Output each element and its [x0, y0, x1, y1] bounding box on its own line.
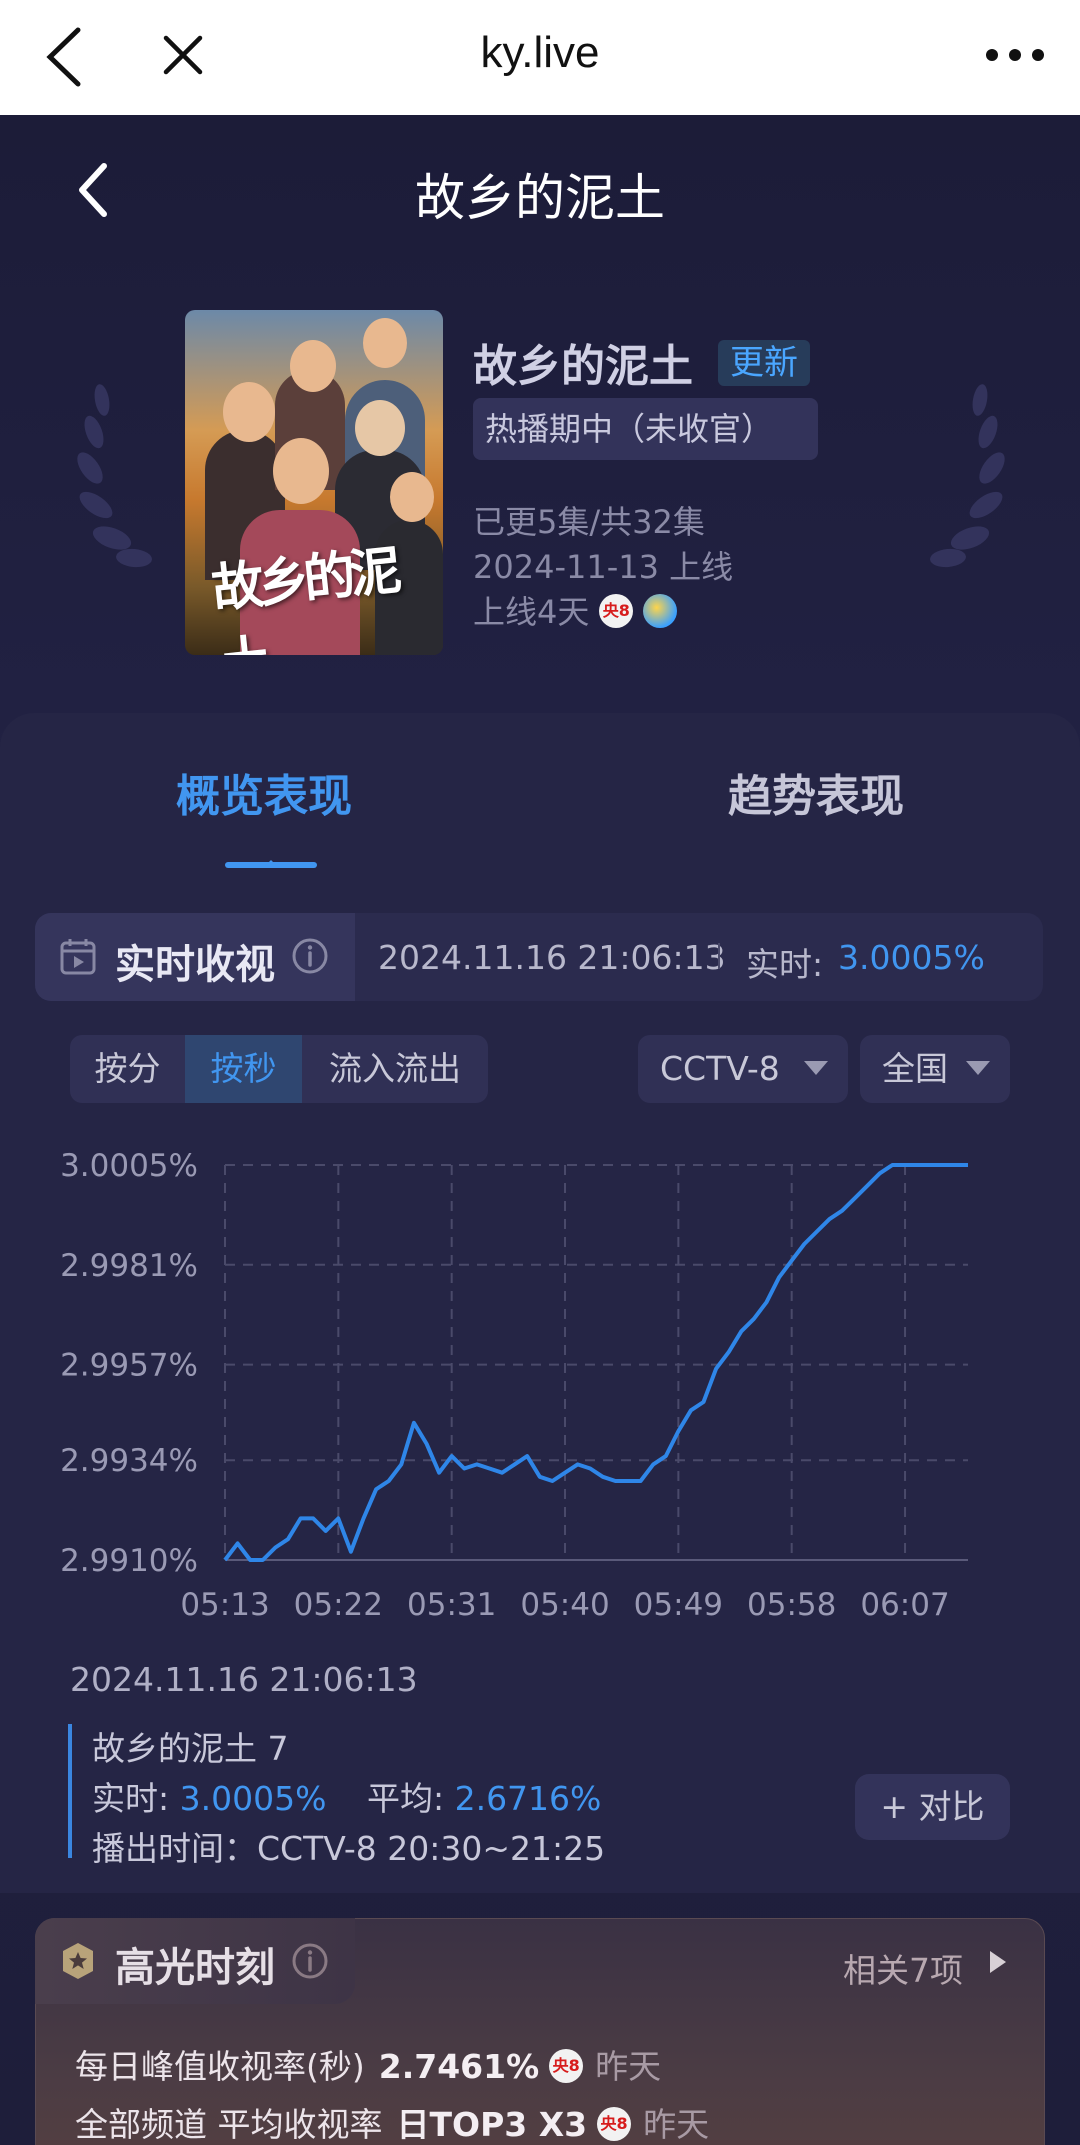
related-link[interactable]: 相关7项: [843, 1944, 963, 1992]
tooltip-live-label: 实时:: [92, 1779, 170, 1818]
divider: [718, 943, 720, 969]
star-badge-icon: [63, 1943, 93, 1979]
tooltip-time: 2024.11.16 21:06:13: [70, 1660, 418, 1699]
tooltip-values: 实时: 3.0005% 平均: 2.6716%: [92, 1772, 601, 1820]
cctv8-icon: 央8: [599, 594, 634, 628]
x-tick-label: 05:13: [180, 1587, 269, 1623]
highlights-title: 高光时刻: [115, 1945, 275, 1991]
browser-bar: ky.live: [0, 0, 1080, 115]
youku-icon: [643, 594, 678, 628]
laurel-icon: [77, 384, 152, 568]
seg-inflow-outflow[interactable]: 流入流出: [302, 1035, 488, 1103]
realtime-label: 实时收视: [115, 942, 275, 988]
show-poster[interactable]: 故乡的泥土: [185, 310, 443, 655]
chevron-down-icon: [966, 1061, 990, 1075]
online-days-label: 上线4天: [473, 593, 590, 631]
x-tick-label: 06:07: [860, 1587, 949, 1623]
more-icon[interactable]: [980, 30, 1050, 80]
seg-by-minute[interactable]: 按分: [70, 1035, 185, 1103]
highlight-label: 全部频道 平均收视率: [75, 2105, 383, 2144]
region-value: 全国: [882, 1049, 948, 1088]
x-tick-label: 05:49: [634, 1587, 723, 1623]
x-tick-label: 05:31: [407, 1587, 496, 1623]
region-dropdown[interactable]: 全国: [860, 1035, 1010, 1103]
series-line: [223, 1163, 968, 1562]
browser-url: ky.live: [480, 28, 600, 77]
info-icon[interactable]: [291, 937, 329, 975]
release-date: 2024-11-13 上线: [473, 548, 734, 586]
tooltip-avg-label: 平均:: [366, 1779, 445, 1818]
compare-button[interactable]: + 对比: [855, 1774, 1010, 1840]
y-tick-label: 2.9910%: [60, 1543, 198, 1579]
highlight-when: 昨天: [595, 2047, 662, 2086]
granularity-selector: 按分 按秒 流入流出: [70, 1035, 488, 1103]
live-value: 3.0005%: [838, 938, 985, 977]
poster-title: 故乡的泥土: [209, 540, 399, 655]
y-tick-label: 3.0005%: [60, 1148, 198, 1184]
highlight-value: 日TOP3 X3: [396, 2105, 588, 2144]
tab-indicator: [225, 860, 317, 868]
laurel-icon: [930, 384, 1005, 568]
page-title: 故乡的泥土: [415, 169, 665, 227]
update-badge: 更新: [718, 340, 810, 386]
tooltip-airtime: 播出时间：CCTV-8 20:30~21:25: [92, 1829, 606, 1868]
play-arrow-icon[interactable]: [990, 1951, 1006, 1973]
x-tick-label: 05:58: [747, 1587, 836, 1623]
live-label: 实时:: [746, 945, 824, 984]
highlight-value: 2.7461%: [378, 2047, 540, 2086]
tab-overview[interactable]: 概览表现: [176, 760, 352, 824]
tooltip-accent-bar: [68, 1724, 72, 1858]
realtime-timestamp: 2024.11.16 21:06:13: [378, 938, 726, 977]
calendar-icon: [60, 939, 96, 975]
highlight-label: 每日峰值收视率(秒): [75, 2047, 365, 2086]
episode-count: 已更5集/共32集: [473, 503, 705, 541]
info-icon[interactable]: [291, 1942, 329, 1980]
y-tick-label: 2.9957%: [60, 1348, 198, 1384]
online-days: 上线4天 央8: [473, 587, 678, 633]
x-tick-label: 05:40: [520, 1587, 609, 1623]
tooltip-episode: 故乡的泥土 7: [92, 1729, 289, 1768]
channel-value: CCTV-8: [660, 1049, 780, 1088]
y-tick-label: 2.9981%: [60, 1248, 198, 1284]
seg-by-second[interactable]: 按秒: [185, 1035, 302, 1103]
tooltip-avg-value: 2.6716%: [454, 1779, 602, 1818]
chevron-down-icon: [804, 1061, 828, 1075]
tab-trend[interactable]: 趋势表现: [728, 760, 904, 824]
cctv8-icon: 央8: [597, 2106, 632, 2141]
highlight-row: 全部频道 平均收视率 日TOP3 X3 央8 昨天: [75, 2098, 709, 2145]
y-tick-label: 2.9934%: [60, 1443, 198, 1479]
highlight-row: 每日峰值收视率(秒) 2.7461% 央8 昨天: [75, 2040, 661, 2088]
x-tick-label: 05:22: [294, 1587, 383, 1623]
cctv8-icon: 央8: [549, 2048, 584, 2083]
ratings-line-chart[interactable]: 3.0005% 2.9981% 2.9957% 2.9934% 2.9910% 05:13…: [0, 1140, 1080, 1640]
highlight-when: 昨天: [643, 2105, 710, 2144]
tooltip-live-value: 3.0005%: [179, 1779, 327, 1818]
show-name: 故乡的泥土: [473, 341, 693, 392]
status-badge: 热播期中（未收官）: [473, 398, 818, 460]
channel-dropdown[interactable]: CCTV-8: [638, 1035, 848, 1103]
